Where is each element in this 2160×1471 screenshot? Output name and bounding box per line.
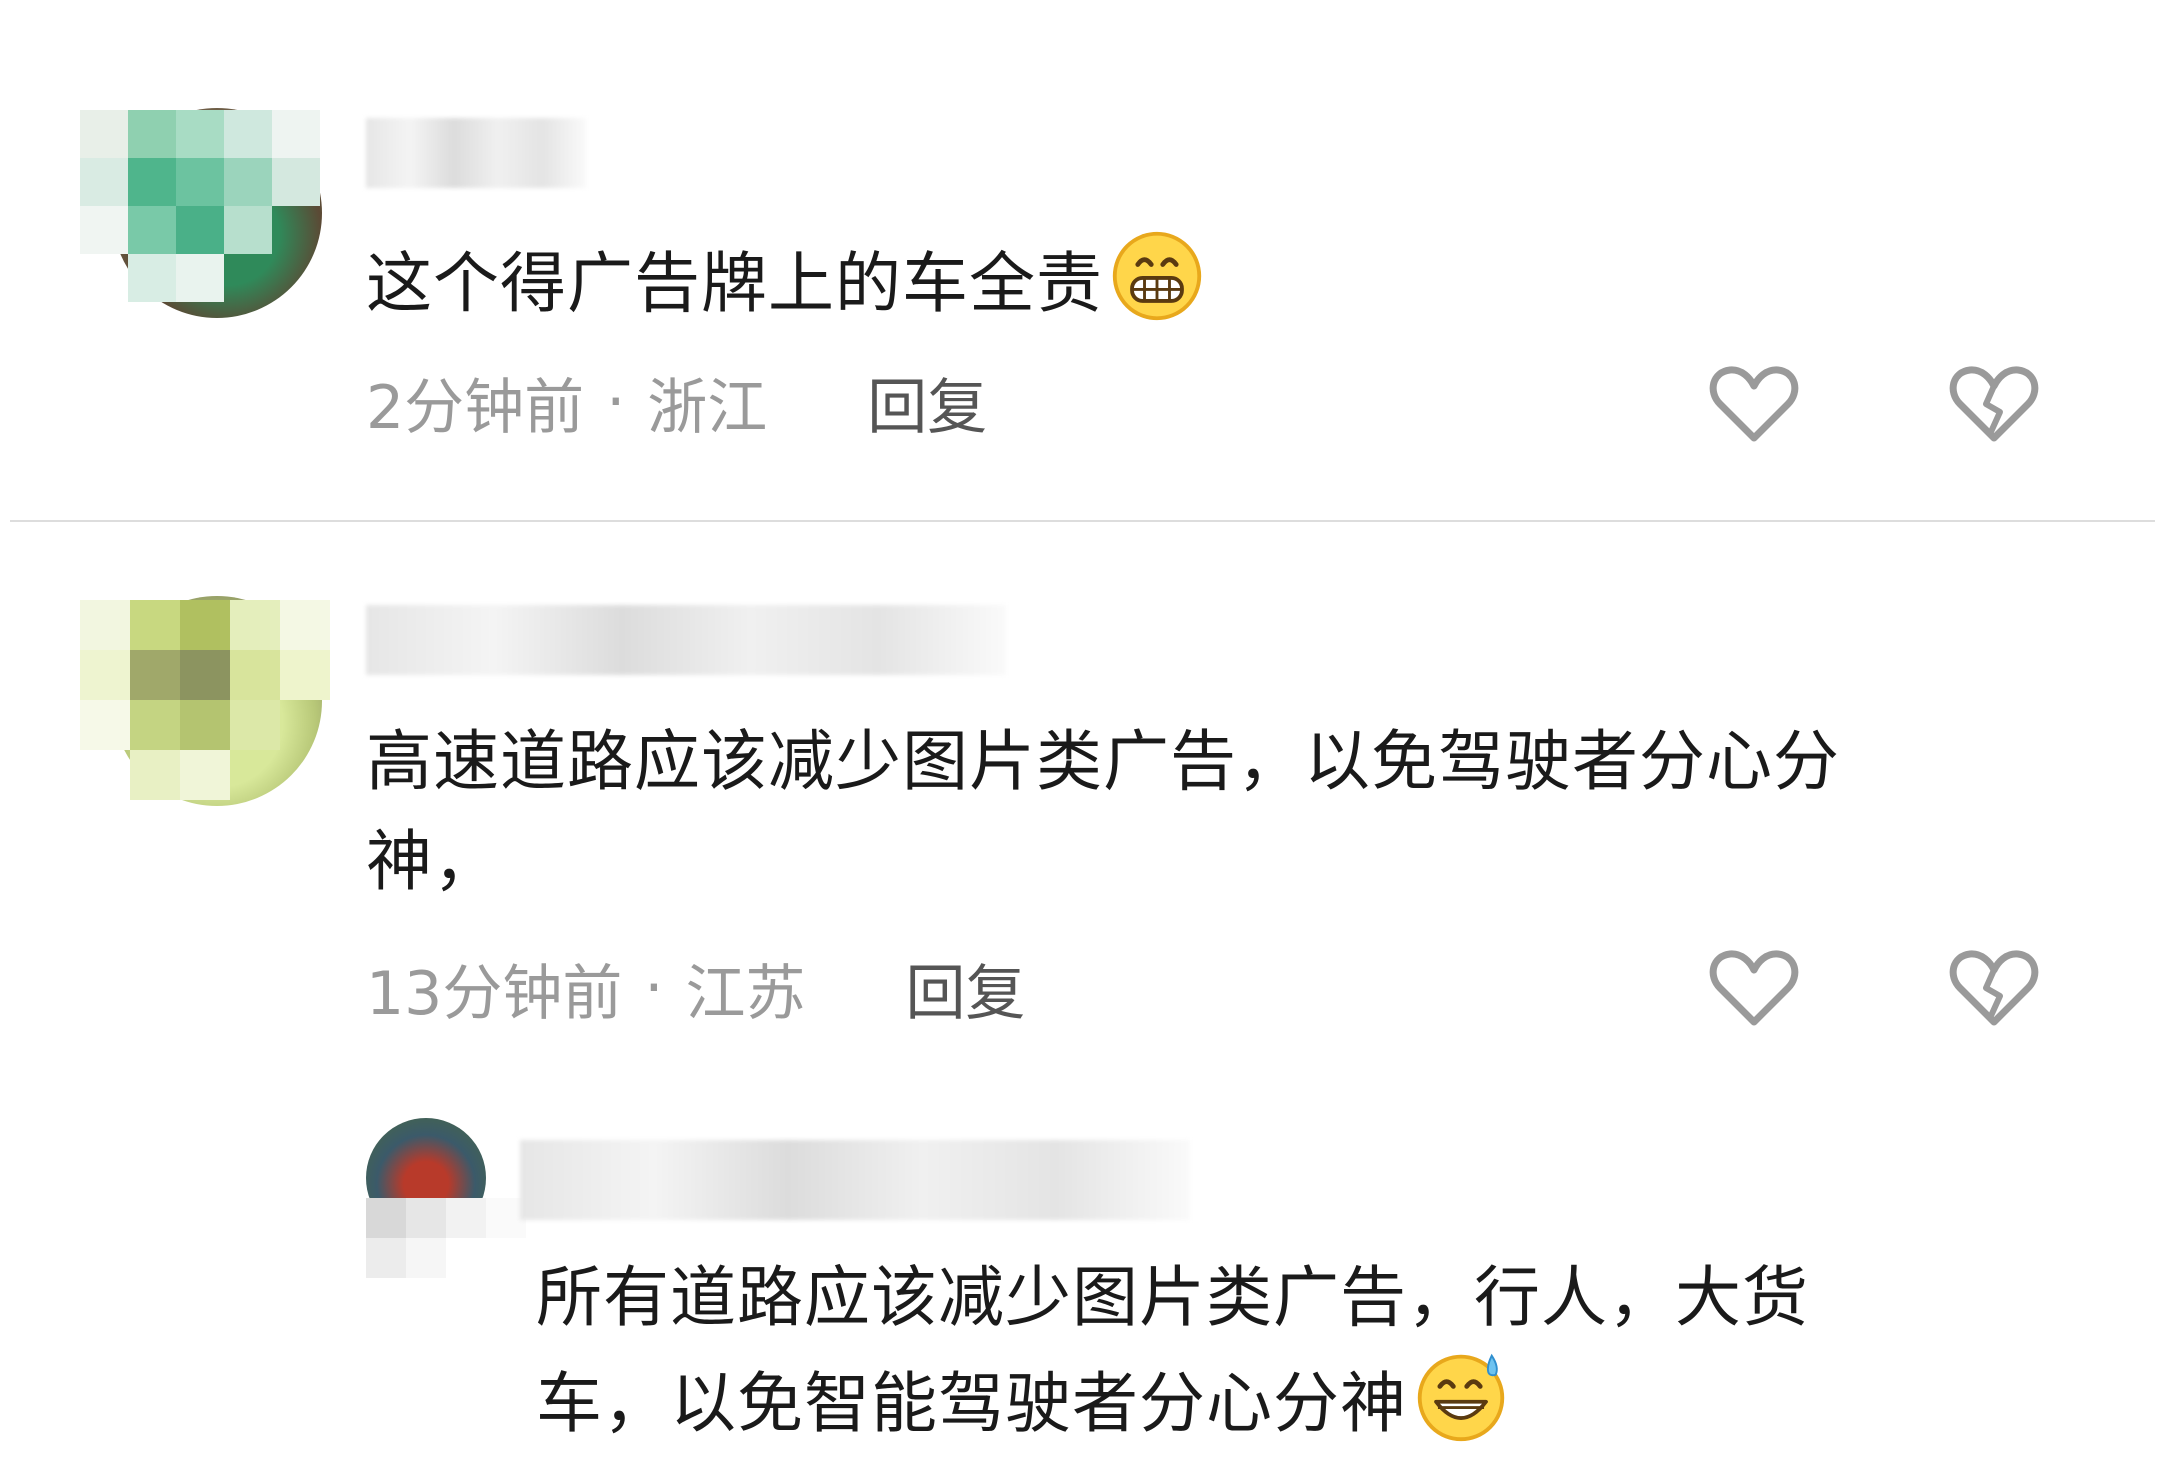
location: 江苏 [685,958,806,1029]
timestamp: 2分钟前 [366,372,585,443]
separator: · [644,953,664,1023]
avatar-mosaic [80,600,330,800]
heart-icon[interactable] [1704,938,1804,1038]
username-blurred[interactable] [366,118,586,188]
broken-heart-icon[interactable] [1944,354,2044,454]
grinning-face-emoji [1112,231,1202,321]
divider [10,520,2155,522]
reply-text: 所有道路应该减少图片类广告，行人，大货 车，以免智能驾驶者分心分神 [536,1259,1809,1442]
broken-heart-icon[interactable] [1944,938,2044,1038]
location: 浙江 [647,372,768,443]
reply-button[interactable]: 回复 [905,945,1025,1032]
grinning-sweat-emoji [1417,1353,1505,1442]
username-blurred[interactable] [520,1140,1190,1220]
comment-text: 高速道路应该减少图片类广告，以免驾驶者分心分 神， [366,723,1840,900]
timestamp: 13分钟前 [366,958,623,1029]
avatar-mosaic [366,1198,526,1278]
comment-meta: 13分钟前 · 江苏 回复 [366,948,1025,1029]
heart-icon[interactable] [1704,354,1804,454]
reply-button[interactable]: 回复 [867,359,987,446]
username-blurred[interactable] [366,605,1006,675]
comment-meta: 2分钟前 · 浙江 回复 [366,362,987,443]
avatar-mosaic [80,110,320,302]
separator: · [606,367,626,437]
comment-text: 这个得广告牌上的车全责 [366,228,1205,334]
